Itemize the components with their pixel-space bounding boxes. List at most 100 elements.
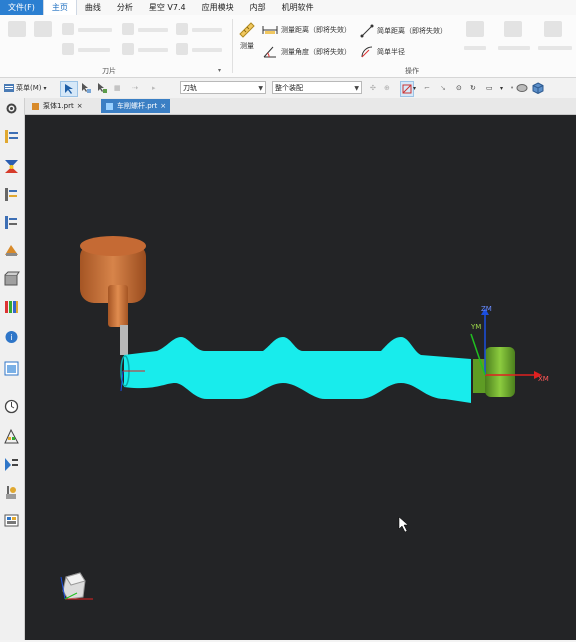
disabled-snap-icon: ✣ xyxy=(370,84,376,92)
snap-mid-icon[interactable]: ↘ xyxy=(440,81,446,95)
disabled-tool-icon xyxy=(122,23,134,35)
tab-turning-screw[interactable]: 车削螺杆.prt × xyxy=(101,99,171,113)
disabled-tool-label xyxy=(78,28,112,32)
render-style-button[interactable] xyxy=(516,81,528,95)
simple-radius-button[interactable]: 简单半径 xyxy=(360,45,405,59)
select-tool-button-2[interactable] xyxy=(96,81,108,95)
measure-distance-button[interactable]: 测量距离（即将失效） xyxy=(262,24,351,36)
simple-distance-button[interactable]: 简单距离（即将失效） xyxy=(360,24,447,38)
snap-end-icon[interactable]: ⌐ xyxy=(424,81,430,95)
cube-view-icon xyxy=(532,82,544,94)
menu-internal[interactable]: 内部 xyxy=(242,0,274,15)
y-axis-label: YM xyxy=(470,323,481,331)
scene-canvas[interactable]: YM ZM XM xyxy=(25,115,576,640)
measure-angle-button[interactable]: 测量角度（即将失效） xyxy=(262,45,351,59)
menu-analysis[interactable]: 分析 xyxy=(109,0,141,15)
render-style-icon xyxy=(516,84,528,92)
group-divider xyxy=(232,19,233,73)
simple-radius-icon xyxy=(361,46,373,58)
menu-application[interactable]: 应用模块 xyxy=(194,0,242,15)
disabled-tool-icon xyxy=(176,23,188,35)
disabled-tool-icon: ⇢ xyxy=(132,84,138,92)
graphics-viewport[interactable]: YM ZM XM xyxy=(25,115,576,640)
tool-navigator-icon[interactable] xyxy=(3,186,20,203)
tool-holder[interactable] xyxy=(80,236,146,355)
reuse-library-icon[interactable] xyxy=(3,298,20,315)
chevron-down-icon: ▼ xyxy=(354,85,359,92)
cursor-select-icon xyxy=(65,84,73,94)
web-browser-icon[interactable] xyxy=(3,360,20,377)
snap-box-icon[interactable]: ▭ xyxy=(486,81,493,95)
select-faces-icon xyxy=(98,83,107,93)
measure-angle-label: 测量角度（即将失效） xyxy=(281,48,351,56)
x-axis-label: XM xyxy=(538,375,549,383)
measure-label: 测量 xyxy=(240,42,254,50)
simple-distance-icon xyxy=(360,24,374,38)
disabled-tool-icon xyxy=(504,21,522,37)
role-icon[interactable] xyxy=(3,456,20,473)
history-icon[interactable] xyxy=(3,398,20,415)
disabled-tool-icon: ▦ xyxy=(114,84,121,92)
system-scene-icon[interactable] xyxy=(3,484,20,501)
machine-tool-icon[interactable] xyxy=(3,158,20,175)
z-axis-label: ZM xyxy=(481,305,492,313)
dot-icon: • xyxy=(510,84,515,92)
settings-icon[interactable] xyxy=(3,100,20,117)
menu-button-label: 菜单(M) xyxy=(16,84,42,92)
menu-curve[interactable]: 曲线 xyxy=(77,0,109,15)
part-list-icon[interactable] xyxy=(3,512,20,529)
part-file-icon xyxy=(106,102,113,110)
tab-pump-body[interactable]: 泵体1.prt × xyxy=(27,99,87,113)
menu-home[interactable]: 主页 xyxy=(42,0,77,15)
disabled-tool-icon: ▸ xyxy=(152,84,156,92)
menu-icon xyxy=(4,84,14,92)
snap-center-icon[interactable]: ⊙ xyxy=(456,81,462,95)
disabled-tool-label xyxy=(192,48,222,52)
disabled-tool-label xyxy=(138,28,168,32)
disabled-tool-icon xyxy=(62,23,74,35)
chevron-down-icon: ▾ xyxy=(43,84,47,92)
view-triad[interactable] xyxy=(60,572,93,600)
disabled-tool-icon xyxy=(544,21,562,37)
group-expand-icon[interactable]: ▾ xyxy=(218,67,221,74)
menu-xingkong[interactable]: 星空 V7.4 xyxy=(141,0,194,15)
select-filter-toggle[interactable] xyxy=(60,81,78,97)
close-icon[interactable]: × xyxy=(160,99,166,113)
snap-point-toggle[interactable] xyxy=(400,81,414,97)
selection-scope-dropdown[interactable]: 整个装配 ▼ xyxy=(272,81,362,94)
select-tool-button[interactable] xyxy=(80,81,92,95)
mouse-cursor xyxy=(398,516,409,533)
menu-file[interactable]: 文件(F) xyxy=(0,0,43,15)
menu-button[interactable]: 菜单(M) ▾ xyxy=(4,81,47,95)
disabled-tool-label xyxy=(498,46,530,50)
disabled-tool-label xyxy=(78,48,110,52)
svg-text:i: i xyxy=(10,333,12,342)
type-filter-dropdown[interactable]: 刀轨 ▼ xyxy=(180,81,266,94)
snap-point-icon xyxy=(402,84,412,94)
close-icon[interactable]: × xyxy=(77,99,83,113)
menu-bar: 文件(F) 主页 曲线 分析 星空 V7.4 应用模块 内部 机明软件 xyxy=(0,0,576,16)
hd3d-tools-icon[interactable]: i xyxy=(3,328,20,345)
operation-navigator-icon[interactable] xyxy=(3,128,20,145)
geometry-navigator-icon[interactable] xyxy=(3,214,20,231)
process-studio-icon[interactable] xyxy=(3,428,20,445)
view-orient-button[interactable] xyxy=(532,81,544,95)
disabled-tool-icon xyxy=(466,21,484,37)
menu-jiming[interactable]: 机明软件 xyxy=(274,0,322,15)
select-features-icon xyxy=(82,83,91,93)
chevron-down-icon: ▼ xyxy=(258,85,263,92)
simple-radius-label: 简单半径 xyxy=(377,48,405,56)
chevron-down-icon[interactable]: ▾ xyxy=(413,81,416,95)
measure-button[interactable]: 测量 xyxy=(238,21,256,51)
disabled-tool-label xyxy=(192,28,222,32)
screw-workpiece[interactable] xyxy=(124,337,471,403)
snap-tangent-icon[interactable]: ↻ xyxy=(470,81,476,95)
tab-label: 泵体1.prt xyxy=(43,102,74,110)
group-label-operation: 操作 xyxy=(405,67,419,75)
chevron-down-icon[interactable]: ▾ xyxy=(500,81,503,95)
disabled-tool-label xyxy=(138,48,168,52)
spindle-chuck[interactable] xyxy=(473,347,515,397)
resource-bar: i xyxy=(0,98,25,640)
method-navigator-icon[interactable] xyxy=(3,242,20,259)
parts-library-icon[interactable] xyxy=(3,270,20,287)
